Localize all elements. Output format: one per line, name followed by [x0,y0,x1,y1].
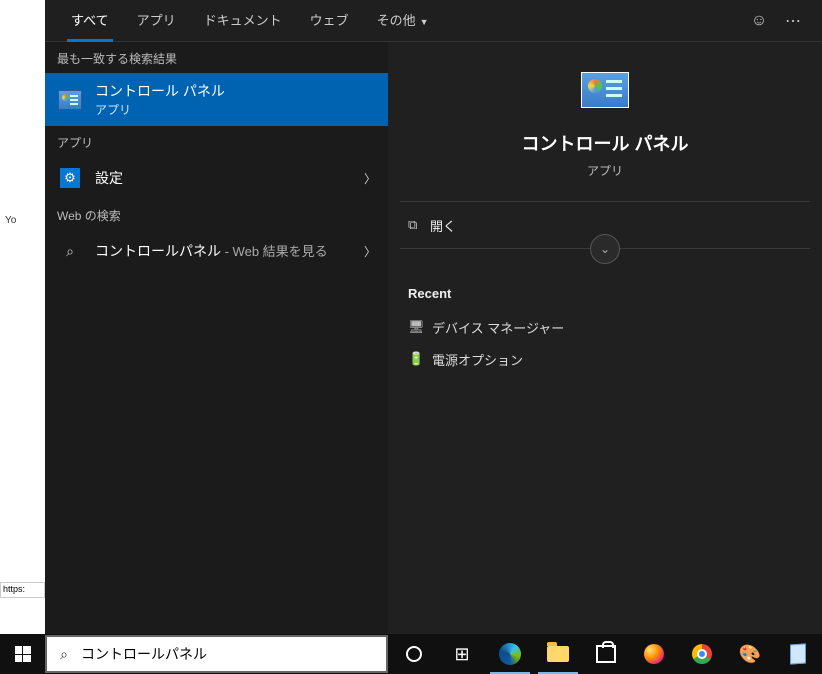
taskbar-app-explorer[interactable] [534,634,582,674]
chrome-icon [692,644,712,664]
cortana-button[interactable] [390,634,438,674]
result-control-panel[interactable]: コントロール パネル アプリ [45,73,388,126]
search-icon: ⌕ [47,646,81,663]
taskbar-app-firefox[interactable] [630,634,678,674]
control-panel-icon [58,90,82,110]
cortana-icon [406,646,422,662]
chevron-down-icon: ▼ [420,17,429,27]
open-icon: ⧉ [408,217,430,233]
url-tooltip: https: [0,582,45,598]
search-input[interactable] [81,646,386,662]
preview-title: コントロール パネル [400,130,810,156]
tab-web[interactable]: ウェブ [296,0,363,42]
taskbar-search-box[interactable]: ⌕ [45,635,388,673]
device-manager-icon: 🖥 [408,319,432,335]
result-settings[interactable]: ⚙ 設定 〉 [45,157,388,199]
desktop-text-fragment: Yo [5,215,16,226]
taskbar-app-store[interactable] [582,634,630,674]
tab-apps[interactable]: アプリ [123,0,190,42]
desktop-background [0,0,45,634]
store-icon [596,645,616,663]
taskbar-app-chrome[interactable] [678,634,726,674]
power-options-icon: 🔋 [408,351,432,367]
web-search-header: Web の検索 [45,199,388,230]
search-results-list: 最も一致する検索結果 コントロール パネル アプリ アプリ ⚙ 設定 〉 Web… [45,42,388,634]
firefox-icon [644,644,664,664]
result-web-search[interactable]: ⌕ コントロールパネル - Web 結果を見る 〉 [45,230,388,272]
tab-more[interactable]: その他▼ [363,0,443,42]
control-panel-icon-large [581,72,629,108]
chevron-right-icon: 〉 [364,170,376,187]
recent-power-options[interactable]: 🔋 電源オプション [400,343,810,375]
paint-icon: 🎨 [739,644,761,665]
taskbar: ⌕ ⊞ 🎨 [0,634,822,674]
notepad-icon [790,643,806,664]
expand-button[interactable]: ⌄ [590,234,620,264]
result-subtitle: アプリ [95,101,376,118]
apps-header: アプリ [45,126,388,157]
best-match-header: 最も一致する検索結果 [45,42,388,73]
search-icon: ⌕ [60,243,80,260]
start-button[interactable] [0,634,45,674]
edge-icon [499,643,521,665]
result-title: コントロール パネル [95,81,376,101]
chevron-right-icon: 〉 [364,243,376,260]
gear-icon: ⚙ [60,168,80,188]
windows-logo-icon [15,646,31,662]
search-tabs: すべて アプリ ドキュメント ウェブ その他▼ ☺ ⋯ [45,0,822,42]
task-view-button[interactable]: ⊞ [438,634,486,674]
preview-subtitle: アプリ [400,162,810,179]
tab-documents[interactable]: ドキュメント [190,0,296,42]
taskbar-app-edge[interactable] [486,634,534,674]
recent-header: Recent [408,286,810,301]
taskbar-app-notepad[interactable] [774,634,822,674]
recent-device-manager[interactable]: 🖥 デバイス マネージャー [400,311,810,343]
more-options-icon[interactable]: ⋯ [776,11,810,31]
tab-all[interactable]: すべて [57,0,123,42]
search-results-panel: すべて アプリ ドキュメント ウェブ その他▼ ☺ ⋯ 最も一致する検索結果 コ… [45,0,822,634]
feedback-icon[interactable]: ☺ [742,12,776,30]
taskbar-app-paint[interactable]: 🎨 [726,634,774,674]
folder-icon [547,646,569,662]
preview-pane: コントロール パネル アプリ ⧉ 開く ⌄ Recent 🖥 デバイス マネージ… [388,42,822,634]
